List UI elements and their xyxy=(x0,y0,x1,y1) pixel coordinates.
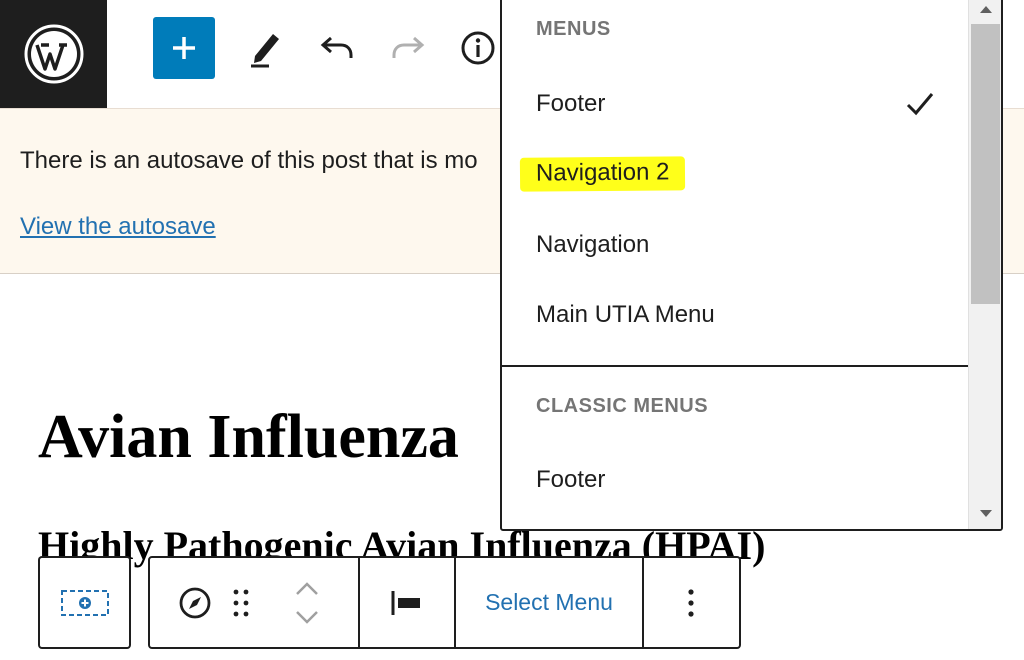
menu-item-main-utia-menu[interactable]: Main UTIA Menu xyxy=(502,285,971,345)
more-options-button[interactable] xyxy=(644,558,737,647)
drag-handle-icon xyxy=(233,589,249,616)
select-menu-dropdown: MENUS Footer Navigation 2 Navigation Mai… xyxy=(500,0,1003,531)
navigation-block-icon xyxy=(60,589,109,616)
menu-item-label: Navigation xyxy=(536,231,650,258)
justification-button[interactable] xyxy=(360,558,456,647)
select-menu-label: Select Menu xyxy=(485,589,613,615)
undo-button[interactable] xyxy=(306,17,368,79)
menu-item-label: Navigation 2 xyxy=(519,156,686,192)
wordpress-icon xyxy=(24,24,83,84)
menu-item-navigation[interactable]: Navigation xyxy=(502,215,971,275)
triangle-up-icon xyxy=(979,6,992,13)
view-autosave-link[interactable]: View the autosave xyxy=(20,213,216,241)
more-vertical-icon xyxy=(687,588,694,617)
notice-text: There is an autosave of this post that i… xyxy=(20,147,478,174)
scrollbar-thumb[interactable] xyxy=(971,24,1000,304)
undo-icon xyxy=(320,36,353,58)
tools-button[interactable] xyxy=(234,17,296,79)
menu-divider xyxy=(502,365,971,367)
block-type-button[interactable] xyxy=(38,556,131,649)
menus-heading: MENUS xyxy=(536,18,611,40)
info-icon xyxy=(461,31,495,65)
scroll-down-arrow[interactable] xyxy=(969,503,1001,525)
classic-menu-item-footer[interactable]: Footer xyxy=(502,450,971,510)
pencil-icon xyxy=(251,34,279,68)
dropdown-list: MENUS Footer Navigation 2 Navigation Mai… xyxy=(502,0,971,529)
block-toolbar: Select Menu xyxy=(38,556,741,649)
redo-icon xyxy=(392,36,425,58)
drag-handle[interactable] xyxy=(226,558,256,647)
check-icon xyxy=(906,93,934,116)
compass-icon xyxy=(179,587,211,618)
dropdown-scrollbar[interactable] xyxy=(968,0,1001,529)
chevron-down-icon[interactable] xyxy=(295,610,319,624)
classic-menus-heading: CLASSIC MENUS xyxy=(536,395,709,417)
triangle-down-icon xyxy=(979,510,992,517)
plus-icon xyxy=(173,37,195,59)
menu-item-label: Footer xyxy=(536,90,606,117)
chevron-up-icon[interactable] xyxy=(295,581,319,596)
select-menu-button[interactable]: Select Menu xyxy=(456,558,644,647)
menu-item-label: Footer xyxy=(536,466,606,493)
menu-item-label: Main UTIA Menu xyxy=(536,301,715,328)
menu-item-footer[interactable]: Footer xyxy=(502,74,971,134)
mover-controls xyxy=(256,558,360,647)
add-block-button[interactable] xyxy=(153,17,215,79)
menu-item-navigation-2[interactable]: Navigation 2 xyxy=(502,144,971,204)
justify-left-icon xyxy=(391,590,420,615)
post-title[interactable]: Avian Influenza xyxy=(38,402,459,473)
block-controls-group: Select Menu xyxy=(148,556,741,649)
wordpress-logo[interactable] xyxy=(0,0,107,108)
redo-button[interactable] xyxy=(377,17,439,79)
scroll-up-arrow[interactable] xyxy=(969,0,1001,20)
